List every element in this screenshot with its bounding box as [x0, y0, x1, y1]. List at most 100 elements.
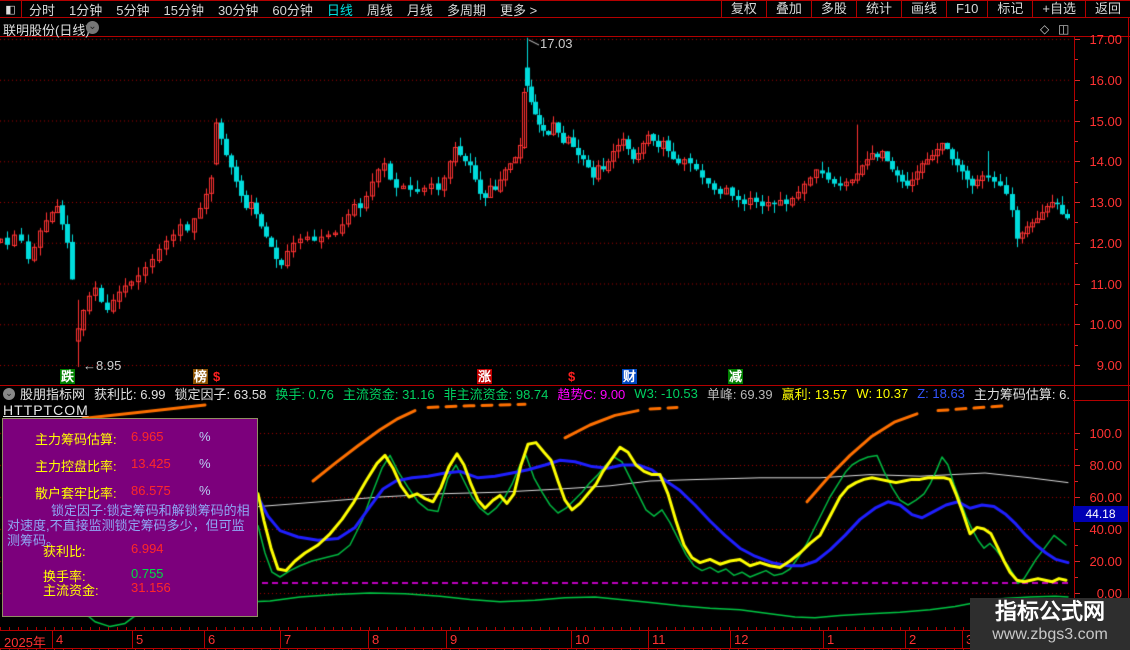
stat-label: 主流资金:	[43, 580, 99, 599]
action-item-8[interactable]: 返回	[1085, 1, 1130, 17]
indicator-stat-4: 非主流资金: 98.74	[444, 386, 549, 401]
signal-badge-$: $	[212, 369, 221, 384]
month-divider	[204, 631, 205, 648]
metric-unit: %	[199, 456, 211, 471]
price-minor-tick	[1075, 182, 1078, 183]
price-tick	[1075, 365, 1080, 366]
window-split-icon[interactable]: ◧	[0, 1, 22, 17]
menu-item-8[interactable]: 月线	[400, 0, 440, 19]
metric-label: 主力控盘比率:	[35, 456, 117, 475]
action-item-5[interactable]: F10	[946, 1, 987, 17]
candlestick-chart-canvas[interactable]	[0, 37, 1070, 385]
month-label-7: 7	[284, 632, 291, 647]
ind-minor-tick	[1075, 481, 1078, 482]
indicator-stat-11: 主力筹码估算: 6.97	[974, 386, 1070, 401]
month-divider	[962, 631, 963, 648]
menu-item-2[interactable]: 5分钟	[109, 0, 156, 19]
month-divider	[52, 631, 53, 648]
menu-item-1[interactable]: 1分钟	[62, 0, 109, 19]
indicator-stat-2: 换手: 0.76	[275, 386, 334, 401]
price-tick	[1075, 39, 1080, 40]
price-tick	[1075, 324, 1080, 325]
action-item-6[interactable]: 标记	[987, 1, 1032, 17]
indicator-stat-5: 趋势C: 9.00	[557, 386, 625, 401]
indicator-header: ⌄ 股朋指标网 获利比: 6.99锁定因子: 63.58换手: 0.76主流资金…	[0, 386, 1070, 401]
price-minor-tick	[1075, 100, 1078, 101]
month-divider	[446, 631, 447, 648]
collapse-chevron-icon[interactable]: ⌄	[3, 388, 15, 400]
price-minor-tick	[1075, 345, 1078, 346]
month-divider	[132, 631, 133, 648]
price-tick	[1075, 243, 1080, 244]
month-label-9: 9	[450, 632, 457, 647]
ind-tick	[1075, 529, 1080, 530]
action-item-4[interactable]: 画线	[901, 1, 946, 17]
month-label-1: 1	[827, 632, 834, 647]
price-minor-tick	[1075, 222, 1078, 223]
metric-label: 散户套牢比率:	[35, 483, 117, 502]
indicator-stat-9: W: 10.37	[856, 386, 908, 401]
ind-label-80.00: 80.00	[1078, 458, 1122, 473]
month-divider	[648, 631, 649, 648]
ind-minor-tick	[1075, 577, 1078, 578]
indicator-stat-7: 单峰: 69.39	[707, 386, 773, 401]
menu-item-0[interactable]: 分时	[22, 0, 62, 19]
action-item-3[interactable]: 统计	[856, 1, 901, 17]
menu-item-6[interactable]: 日线	[320, 0, 360, 19]
metric-unit: %	[199, 483, 211, 498]
metric-row: 主力控盘比率:13.425%	[3, 456, 257, 472]
menu-item-3[interactable]: 15分钟	[156, 0, 210, 19]
price-label-10.00: 10.00	[1078, 317, 1122, 332]
price-label-15.00: 15.00	[1078, 114, 1122, 129]
ind-label-20.00: 20.00	[1078, 554, 1122, 569]
price-tick	[1075, 202, 1080, 203]
price-tick	[1075, 80, 1080, 81]
stock-title: 联明股份(日线)	[3, 20, 90, 39]
period-menu: 分时1分钟5分钟15分钟30分钟60分钟日线周线月线多周期更多 >	[22, 0, 544, 19]
stat-value: 6.994	[131, 541, 164, 556]
month-divider	[730, 631, 731, 648]
signal-badge-涨: 涨	[477, 369, 492, 384]
ind-tick	[1075, 433, 1080, 434]
signal-badge-榜: 榜	[193, 369, 208, 384]
metric-unit: %	[199, 429, 211, 444]
ind-tick	[1075, 497, 1080, 498]
month-divider	[905, 631, 906, 648]
ind-label-40.00: 40.00	[1078, 522, 1122, 537]
signal-badge-减: 减	[728, 369, 743, 384]
action-item-1[interactable]: 叠加	[766, 1, 811, 17]
menu-item-9[interactable]: 多周期	[440, 0, 493, 19]
month-label-10: 10	[575, 632, 589, 647]
action-item-0[interactable]: 复权	[721, 1, 766, 17]
month-label-2: 2	[909, 632, 916, 647]
date-axis: 2025年 456789101112123	[0, 631, 1130, 648]
signal-badge-财: 财	[622, 369, 637, 384]
menu-item-10[interactable]: 更多 >	[493, 0, 544, 19]
stat-label: 获利比:	[43, 541, 86, 560]
action-item-2[interactable]: 多股	[811, 1, 856, 17]
price-tick	[1075, 121, 1080, 122]
price-label-9.00: 9.00	[1078, 358, 1122, 373]
menu-item-4[interactable]: 30分钟	[211, 0, 265, 19]
title-row: 联明股份(日线) ⌄ ◇ ◫	[0, 19, 1130, 36]
ind-minor-tick	[1075, 545, 1078, 546]
menu-item-7[interactable]: 周线	[360, 0, 400, 19]
ind-minor-tick	[1075, 449, 1078, 450]
chevron-down-icon[interactable]: ⌄	[86, 21, 99, 34]
indicator-name[interactable]: 股朋指标网	[20, 386, 85, 401]
price-label-17.00: 17.00	[1078, 32, 1122, 47]
value-marker-badge: 44.18	[1073, 506, 1128, 522]
month-label-5: 5	[136, 632, 143, 647]
signal-badge-$: $	[567, 369, 576, 384]
price-tick	[1075, 284, 1080, 285]
stat-value: 31.156	[131, 580, 171, 595]
indicator-stat-0: 获利比: 6.99	[94, 386, 166, 401]
diamond-icon[interactable]: ◇	[1040, 22, 1049, 36]
metric-row: 散户套牢比率:86.575%	[3, 483, 257, 499]
action-item-7[interactable]: +自选	[1032, 1, 1085, 17]
price-minor-tick	[1075, 263, 1078, 264]
watermark-title: 指标公式网	[970, 598, 1130, 626]
stat-row: 主流资金: 31.156	[3, 580, 257, 596]
menu-item-5[interactable]: 60分钟	[265, 0, 319, 19]
split-square-icon[interactable]: ◫	[1058, 22, 1069, 36]
